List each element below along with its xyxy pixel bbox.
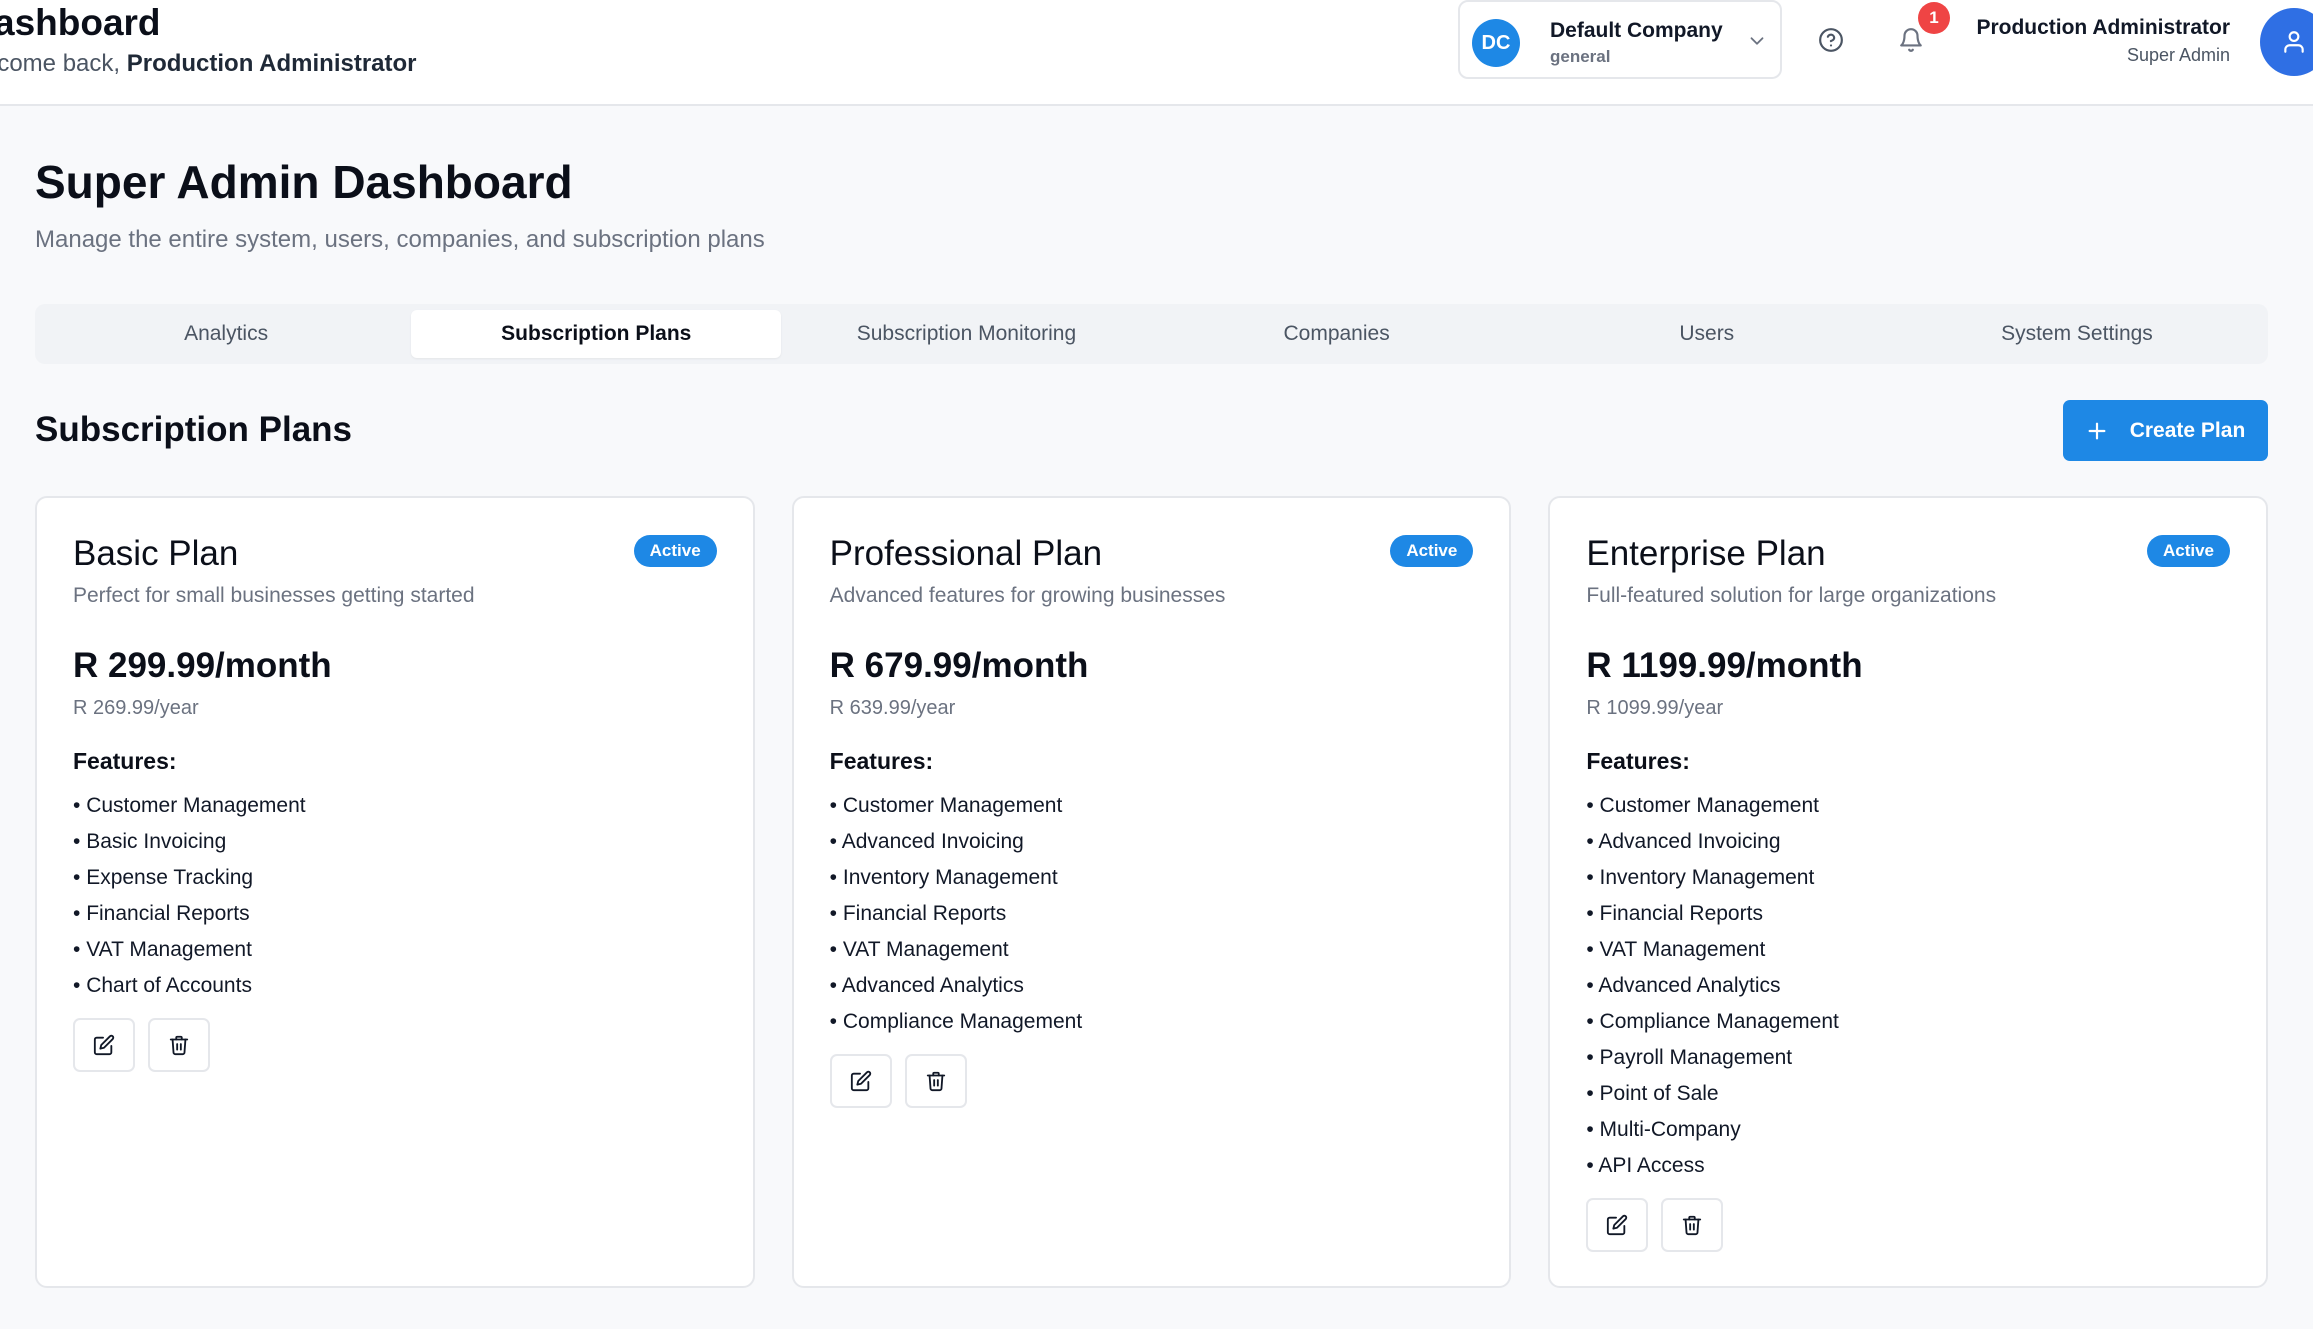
plan-monthly-price: R 299.99/month bbox=[73, 646, 332, 685]
edit-plan-button[interactable] bbox=[1586, 1198, 1649, 1252]
plan-yearly-price: R 1099.99/year bbox=[1586, 697, 1724, 719]
plan-yearly-price: R 269.99/year bbox=[73, 697, 199, 719]
feature-item: Advanced Analytics bbox=[830, 968, 1082, 1004]
feature-item: VAT Management bbox=[830, 932, 1082, 968]
edit-icon bbox=[1607, 1214, 1628, 1236]
feature-item: Basic Invoicing bbox=[73, 824, 306, 860]
feature-item: Compliance Management bbox=[1586, 1004, 1839, 1040]
header-title: ashboard bbox=[0, 2, 161, 43]
help-button[interactable] bbox=[1811, 20, 1851, 60]
plan-card-professional: Professional Plan Active Advanced featur… bbox=[791, 496, 1512, 1288]
feature-item: VAT Management bbox=[73, 932, 306, 968]
feature-item: Inventory Management bbox=[1586, 860, 1838, 896]
edit-plan-button[interactable] bbox=[73, 1018, 135, 1072]
feature-list: Customer Management Advanced Invoicing I… bbox=[830, 788, 1082, 1040]
feature-item: Advanced Analytics bbox=[1586, 968, 1838, 1004]
plan-name: Basic Plan bbox=[73, 534, 239, 573]
plan-description: Advanced features for growing businesses bbox=[829, 584, 1226, 607]
company-avatar: DC bbox=[1472, 19, 1520, 67]
tab-system-settings[interactable]: System Settings bbox=[1892, 310, 2262, 358]
delete-plan-button[interactable] bbox=[148, 1018, 210, 1072]
features-heading: Features: bbox=[829, 748, 934, 774]
feature-item: Point of Sale bbox=[1586, 1076, 1838, 1112]
tab-subscription-plans[interactable]: Subscription Plans bbox=[411, 310, 782, 358]
tab-companies[interactable]: Companies bbox=[1152, 310, 1522, 358]
plan-name: Professional Plan bbox=[829, 534, 1103, 573]
trash-icon bbox=[169, 1035, 189, 1056]
dashboard-tabs: Analytics Subscription Plans Subscriptio… bbox=[35, 304, 2268, 364]
feature-item: Advanced Invoicing bbox=[1586, 824, 1838, 860]
edit-plan-button[interactable] bbox=[829, 1054, 892, 1108]
trash-icon bbox=[926, 1071, 945, 1092]
company-name: Default Company bbox=[1550, 19, 1723, 42]
feature-item: Advanced Invoicing bbox=[830, 824, 1082, 860]
feature-item: Financial Reports bbox=[1586, 896, 1838, 932]
feature-list: Customer Management Advanced Invoicing I… bbox=[1586, 788, 1838, 1184]
edit-icon bbox=[850, 1070, 871, 1092]
plan-description: Perfect for small businesses getting sta… bbox=[73, 584, 475, 607]
trash-icon bbox=[1683, 1215, 1702, 1236]
feature-item: VAT Management bbox=[1586, 932, 1838, 968]
chevron-down-icon bbox=[1750, 37, 1764, 45]
company-subtitle: general bbox=[1550, 47, 1611, 66]
plan-card-basic: Basic Plan Active Perfect for small busi… bbox=[35, 496, 755, 1288]
user-icon bbox=[2284, 31, 2304, 53]
welcome-user-name: Production Administrator bbox=[126, 50, 417, 77]
user-avatar-button[interactable] bbox=[2260, 8, 2313, 76]
plan-card-enterprise: Enterprise Plan Active Full-featured sol… bbox=[1548, 496, 2269, 1288]
plus-icon bbox=[2088, 422, 2106, 439]
features-heading: Features: bbox=[73, 748, 177, 774]
feature-item: Multi-Company bbox=[1586, 1112, 1838, 1148]
help-circle-icon bbox=[1819, 28, 1843, 52]
plan-actions bbox=[1586, 1198, 1724, 1252]
bell-icon bbox=[1900, 28, 1922, 52]
feature-item: Expense Tracking bbox=[73, 860, 306, 896]
page-title: Super Admin Dashboard bbox=[35, 156, 573, 208]
feature-item: Compliance Management bbox=[830, 1004, 1082, 1040]
tab-subscription-monitoring[interactable]: Subscription Monitoring bbox=[781, 310, 1151, 358]
plan-monthly-price: R 1199.99/month bbox=[1586, 646, 1863, 685]
delete-plan-button[interactable] bbox=[1661, 1198, 1724, 1252]
user-name: Production Administrator bbox=[1976, 16, 2230, 39]
welcome-prefix: lcome back, bbox=[0, 50, 127, 77]
feature-item: Financial Reports bbox=[73, 896, 306, 932]
delete-plan-button[interactable] bbox=[904, 1054, 967, 1108]
feature-item: API Access bbox=[1586, 1148, 1838, 1184]
top-header: ashboard lcome back, Production Administ… bbox=[0, 0, 2313, 106]
welcome-message: lcome back, Production Administrator bbox=[0, 50, 417, 78]
feature-item: Chart of Accounts bbox=[73, 968, 306, 1004]
tab-users[interactable]: Users bbox=[1522, 310, 1892, 358]
feature-list: Customer Management Basic Invoicing Expe… bbox=[73, 788, 306, 1004]
user-role: Super Admin bbox=[2126, 45, 2230, 65]
plan-yearly-price: R 639.99/year bbox=[829, 697, 956, 719]
status-badge: Active bbox=[2146, 535, 2231, 567]
features-heading: Features: bbox=[1586, 748, 1690, 774]
feature-item: Payroll Management bbox=[1586, 1040, 1838, 1076]
plan-description: Full-featured solution for large organiz… bbox=[1586, 584, 1997, 607]
plan-actions bbox=[829, 1054, 967, 1108]
notification-count-badge: 1 bbox=[1918, 2, 1950, 34]
feature-item: Financial Reports bbox=[830, 896, 1082, 932]
plan-name: Enterprise Plan bbox=[1586, 534, 1826, 573]
status-badge: Active bbox=[1390, 535, 1474, 567]
plan-cards: Basic Plan Active Perfect for small busi… bbox=[35, 496, 2269, 1288]
feature-item: Inventory Management bbox=[830, 860, 1082, 896]
feature-item: Customer Management bbox=[73, 788, 305, 824]
page-subtitle: Manage the entire system, users, compani… bbox=[35, 226, 765, 253]
feature-item: Customer Management bbox=[1586, 788, 1838, 824]
section-title: Subscription Plans bbox=[35, 410, 352, 449]
create-plan-button[interactable]: Create Plan bbox=[2063, 400, 2268, 461]
tab-analytics[interactable]: Analytics bbox=[41, 310, 411, 358]
edit-icon bbox=[93, 1034, 115, 1056]
status-badge: Active bbox=[633, 535, 717, 567]
plan-monthly-price: R 679.99/month bbox=[829, 646, 1089, 685]
plan-actions bbox=[73, 1018, 210, 1072]
company-switcher[interactable]: DC Default Company general bbox=[1458, 0, 1782, 79]
create-plan-label: Create Plan bbox=[2129, 418, 2246, 442]
feature-item: Customer Management bbox=[830, 788, 1082, 824]
